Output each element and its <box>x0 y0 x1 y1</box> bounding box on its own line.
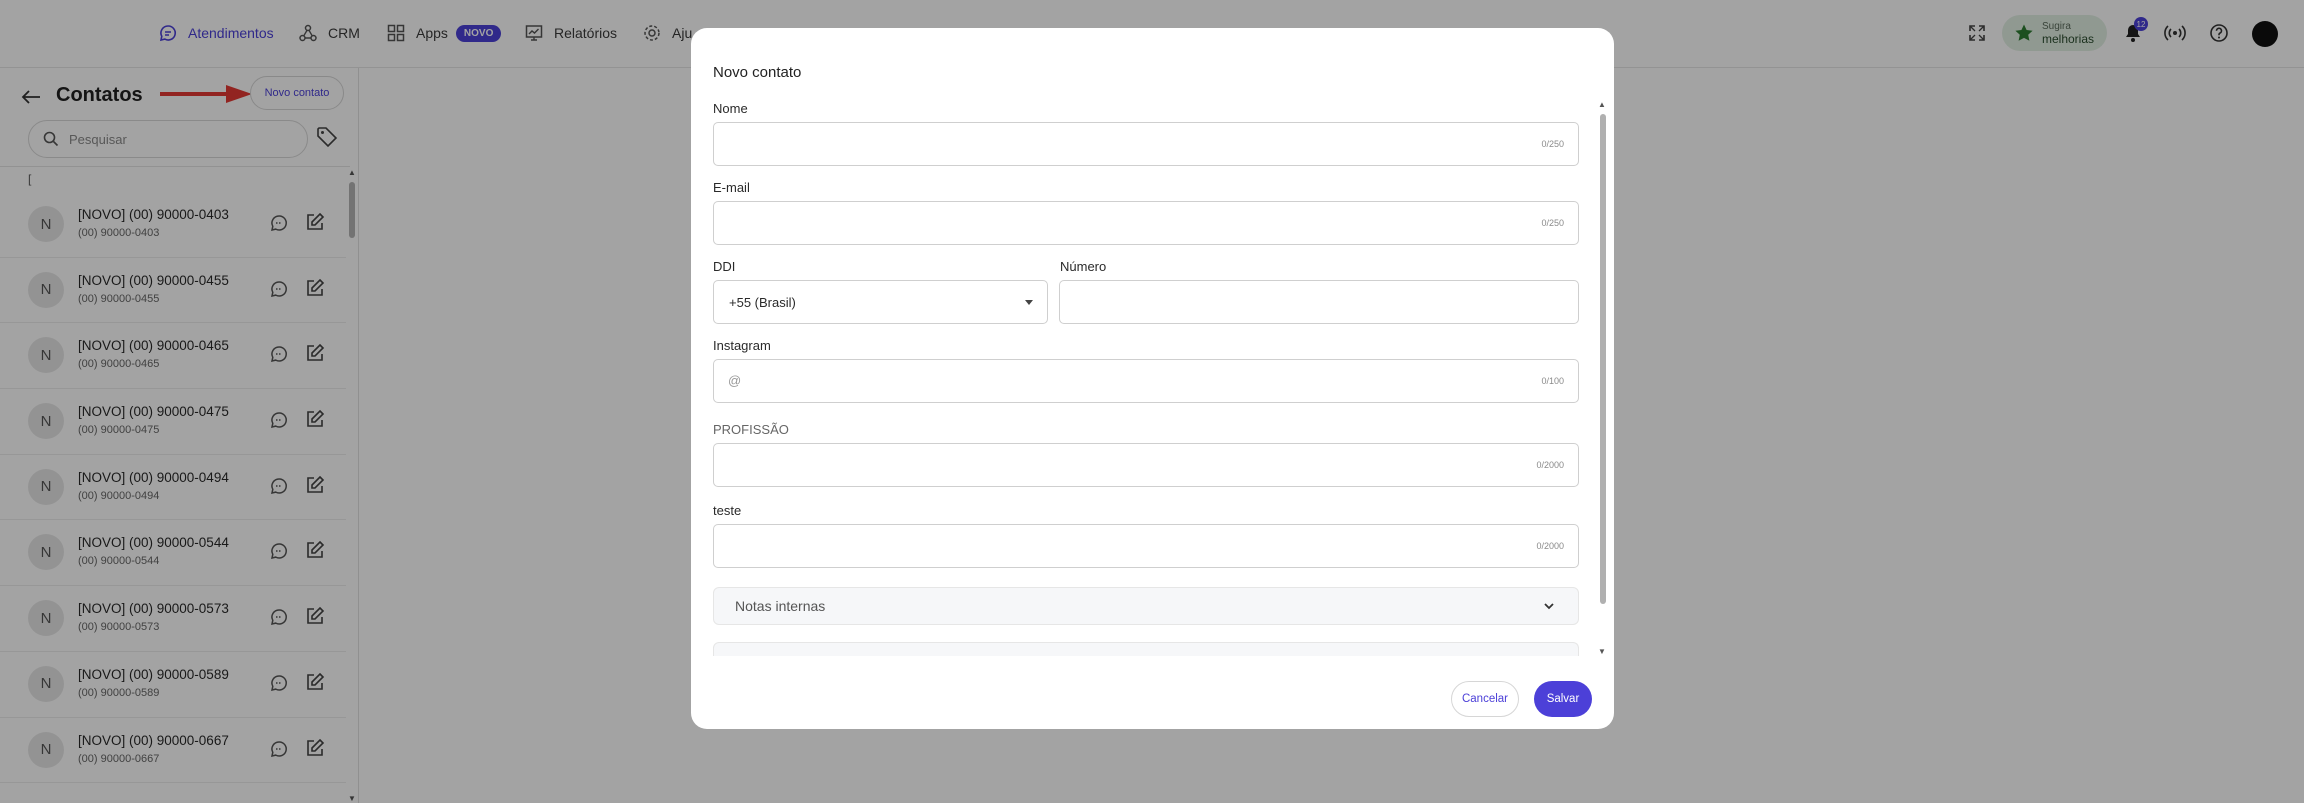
numero-label: Número <box>1060 259 1107 274</box>
profissao-label: PROFISSÃO <box>713 422 789 437</box>
scrollbar-thumb[interactable] <box>1600 114 1606 604</box>
profissao-field: 0/2000 <box>713 443 1579 487</box>
instagram-counter: 0/100 <box>1541 376 1564 386</box>
nome-counter: 0/250 <box>1541 139 1564 149</box>
save-button[interactable]: Salvar <box>1534 681 1592 717</box>
profissao-counter: 0/2000 <box>1536 460 1564 470</box>
numero-input[interactable] <box>1060 281 1578 323</box>
nome-input[interactable] <box>714 123 1578 165</box>
teste-field: 0/2000 <box>713 524 1579 568</box>
instagram-input[interactable] <box>714 360 1578 402</box>
ddi-value: +55 (Brasil) <box>729 294 796 310</box>
instagram-label: Instagram <box>713 338 771 353</box>
email-counter: 0/250 <box>1541 218 1564 228</box>
at-prefix: @ <box>728 373 742 388</box>
modal-title: Novo contato <box>713 64 802 81</box>
email-field: 0/250 <box>713 201 1579 245</box>
new-contact-modal: Novo contato Nome 0/250 E-mail 0/250 DDI… <box>691 28 1614 729</box>
teste-input[interactable] <box>714 525 1578 567</box>
modal-scrollbar[interactable]: ▲ ▼ <box>1598 100 1608 656</box>
accordion-label: Notas internas <box>735 598 826 614</box>
scroll-up-arrow-icon[interactable]: ▲ <box>1598 100 1606 109</box>
email-label: E-mail <box>713 180 750 195</box>
ddi-label: DDI <box>713 259 736 274</box>
ddi-select[interactable]: +55 (Brasil) <box>713 280 1048 324</box>
scroll-down-arrow-icon[interactable]: ▼ <box>1598 647 1606 656</box>
nome-label: Nome <box>713 101 748 116</box>
cancel-button[interactable]: Cancelar <box>1451 681 1519 717</box>
instagram-field: @ 0/100 <box>713 359 1579 403</box>
chevron-down-icon <box>1544 603 1554 610</box>
notas-internas-accordion[interactable]: Notas internas <box>713 587 1579 625</box>
profissao-input[interactable] <box>714 444 1578 486</box>
teste-label: teste <box>713 503 742 518</box>
next-accordion-partial[interactable] <box>713 642 1579 656</box>
numero-field <box>1059 280 1579 324</box>
email-input[interactable] <box>714 202 1578 244</box>
teste-counter: 0/2000 <box>1536 541 1564 551</box>
caret-down-icon <box>1025 300 1033 305</box>
nome-field: 0/250 <box>713 122 1579 166</box>
